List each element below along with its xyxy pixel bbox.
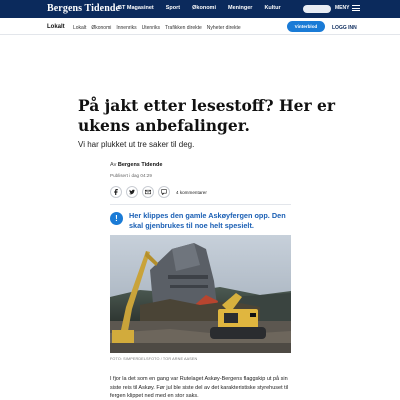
fact-highlight: Her klippes den gamle Askøyfergen opp. D… [129, 211, 286, 230]
top-bar: Bergens Tidende BT Magasinet Sport Økono… [0, 0, 400, 18]
search-input[interactable] [303, 5, 331, 13]
promo-button[interactable]: Vinterblod [287, 21, 325, 32]
subnav-item-lokalt[interactable]: Lokalt [73, 25, 86, 31]
subnav-item-innenriks[interactable]: Innenriks [116, 25, 136, 31]
menu-label: MENY [335, 5, 350, 11]
photo-credit: FOTO: SIMPERDELSFOTO / TOR ARNE AASEN [110, 357, 198, 361]
article-photo [110, 235, 291, 353]
subnav-item-trafikken-direkte[interactable]: Trafikken direkte [165, 25, 202, 31]
subnav-item-utenriks[interactable]: Utenriks [142, 25, 160, 31]
main-nav: BT Magasinet Sport Økonomi Meninger Kult… [118, 5, 281, 11]
article-lead: Vi har plukket ut tre saker til deg. [78, 140, 195, 149]
menu-button[interactable]: MENY [335, 5, 361, 11]
brand-logo[interactable]: Bergens Tidende [47, 3, 120, 15]
share-bar: 4 kommentarer [110, 186, 207, 198]
comment-count[interactable]: 4 kommentarer [176, 190, 207, 195]
section-title[interactable]: Lokalt [47, 24, 65, 30]
nav-item-okonomi[interactable]: Økonomi [192, 5, 216, 11]
article-body: I fjor la det som en gang var Rutelaget … [110, 376, 289, 399]
login-link[interactable]: LOGG INN [332, 25, 357, 31]
exclamation-icon: ! [110, 212, 123, 225]
article-headline: På jakt etter lesestoff? Her er ukens an… [78, 96, 336, 135]
nav-item-bt-magasinet[interactable]: BT Magasinet [118, 5, 154, 11]
nav-item-sport[interactable]: Sport [166, 5, 180, 11]
facebook-icon[interactable] [110, 186, 122, 198]
comment-icon[interactable] [158, 186, 170, 198]
nav-item-kultur[interactable]: Kultur [264, 5, 280, 11]
mail-icon[interactable] [142, 186, 154, 198]
byline: Av Bergens Tidende [110, 162, 162, 168]
byline-author[interactable]: Bergens Tidende [118, 162, 163, 168]
hamburger-icon [352, 5, 361, 11]
byline-prefix: Av [110, 162, 117, 168]
subnav-item-okonomi[interactable]: Økonomi [91, 25, 111, 31]
published-time: Publisert i dag 04:29 [110, 173, 152, 178]
nav-item-meninger[interactable]: Meninger [228, 5, 252, 11]
twitter-icon[interactable] [126, 186, 138, 198]
divider [110, 204, 291, 205]
section-bar: Lokalt Lokalt Økonomi Innenriks Utenriks… [0, 18, 400, 35]
section-nav: Lokalt Økonomi Innenriks Utenriks Trafik… [73, 25, 241, 31]
subnav-item-nyheter-direkte[interactable]: Nyheter direkte [207, 25, 241, 31]
